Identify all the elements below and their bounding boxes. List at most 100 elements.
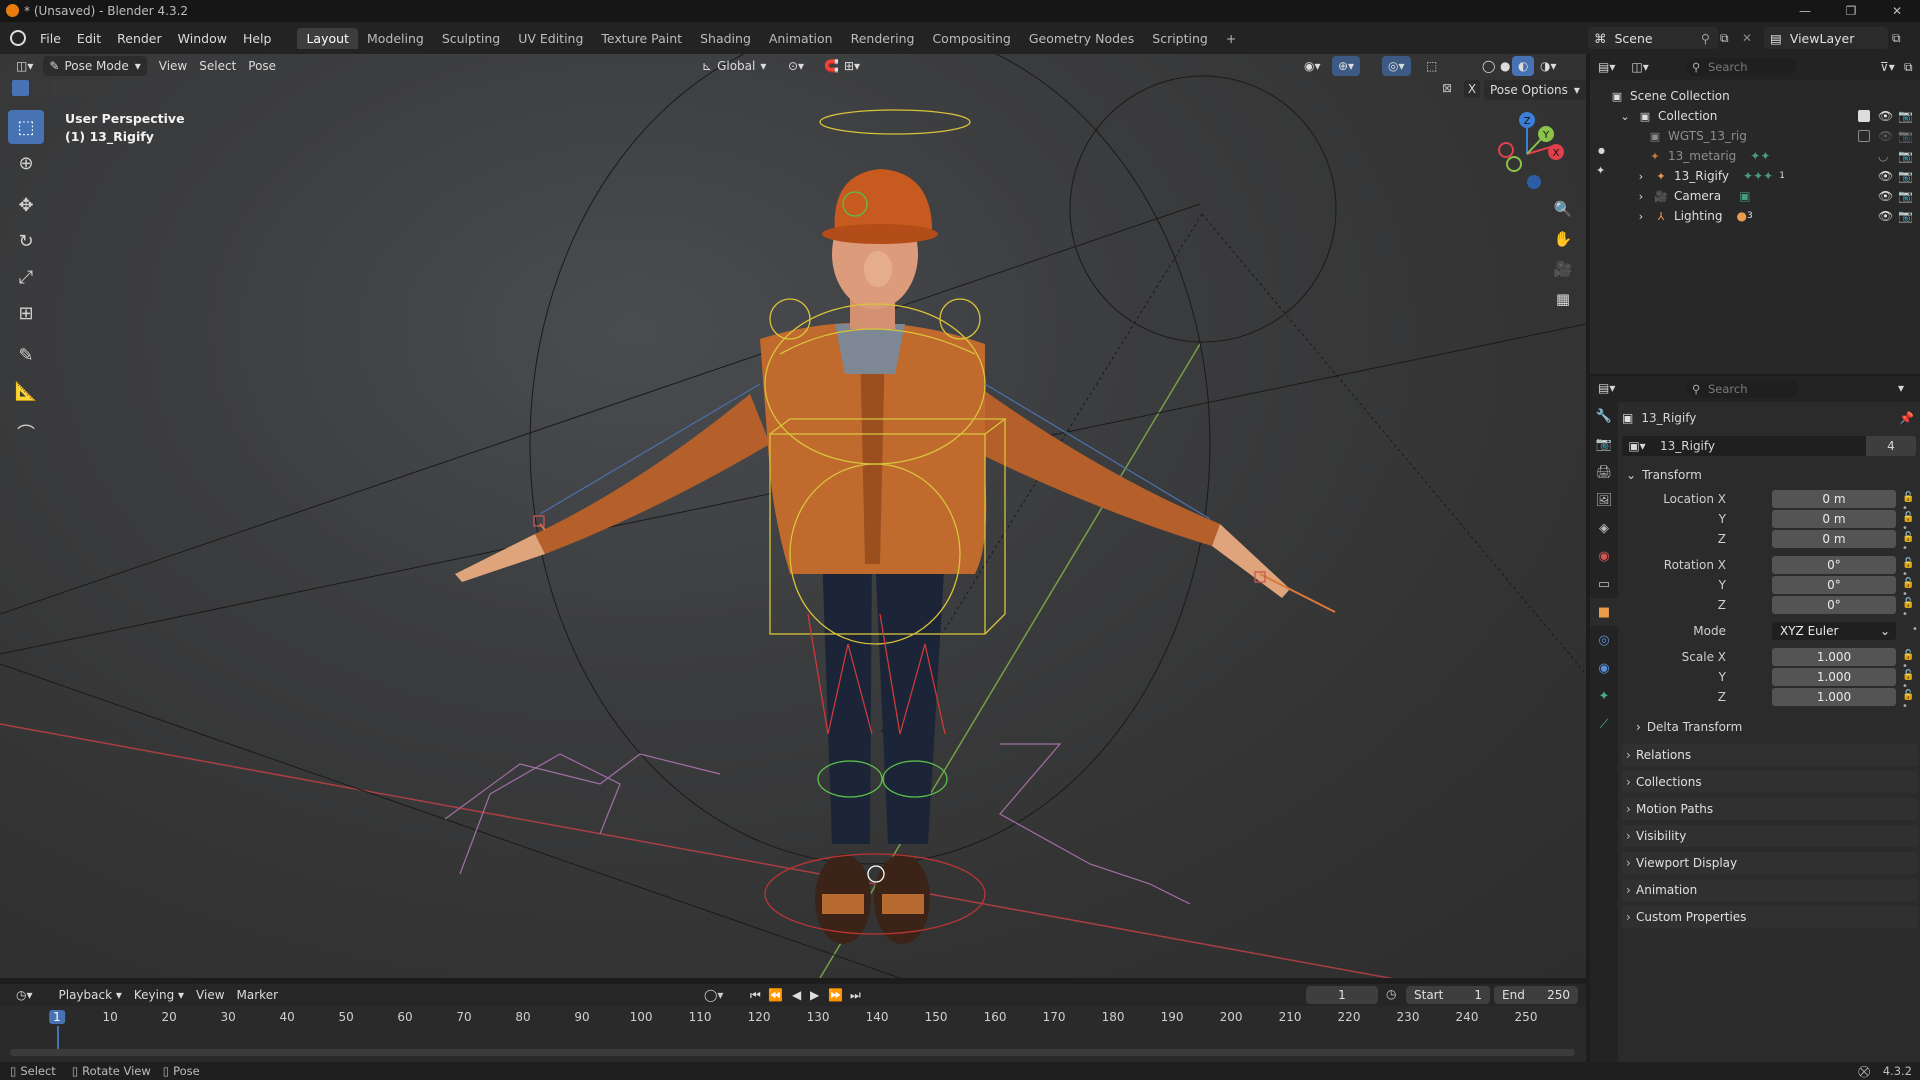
lock-icon[interactable]: 🔓• xyxy=(1902,492,1918,514)
scene-tab-icon[interactable]: ◈ xyxy=(1590,514,1618,542)
3d-viewport[interactable] xyxy=(0,54,1586,978)
camera-view-icon[interactable]: 🎥 xyxy=(1550,256,1576,282)
menu-edit[interactable]: Edit xyxy=(69,31,109,46)
pose-options-dropdown[interactable]: Pose Options ▾ xyxy=(1484,80,1586,100)
scale-y-field[interactable]: 1.000 xyxy=(1772,668,1896,686)
orientation-selector[interactable]: ⊾ Global ▾ xyxy=(696,56,772,76)
menu-playback[interactable]: Playback ▾ xyxy=(53,985,128,1005)
select-box-icon[interactable]: ⬚ xyxy=(8,110,44,144)
chevron-right-icon[interactable]: › xyxy=(1634,169,1648,183)
measure-icon[interactable]: 📐 xyxy=(8,374,44,408)
jump-end-icon[interactable]: ⏭ xyxy=(850,988,861,1003)
chevron-down-icon[interactable]: ⌄ xyxy=(1618,109,1632,123)
minimize-icon[interactable]: — xyxy=(1782,0,1828,22)
outliner-editor-icon[interactable]: ▤▾ xyxy=(1598,60,1615,74)
mode-selector[interactable]: ✎ Pose Mode ▾ xyxy=(43,56,147,76)
select-intersect-icon[interactable] xyxy=(88,80,105,96)
new-collection-icon[interactable]: ⧉ xyxy=(1904,60,1913,75)
tab-rendering[interactable]: Rendering xyxy=(842,28,924,49)
filter-icon[interactable]: ⊽▾ xyxy=(1880,60,1895,74)
outliner-row-metarig[interactable]: ✦ 13_metarig ✦✦ ◡ 📷 xyxy=(1590,146,1920,166)
play-reverse-icon[interactable]: ◀ xyxy=(792,988,801,1002)
menu-pose[interactable]: Pose xyxy=(242,56,282,76)
shortcut-filter-icon[interactable]: ⊠ xyxy=(1442,81,1452,95)
collection-tab-icon[interactable]: ▭ xyxy=(1590,570,1618,598)
menu-marker[interactable]: Marker xyxy=(231,985,284,1005)
menu-timeline-view[interactable]: View xyxy=(190,985,230,1005)
datablock-name-field[interactable]: 13_Rigify xyxy=(1652,436,1866,456)
modifier-tab-icon[interactable]: ◎ xyxy=(1590,626,1618,654)
tab-scripting[interactable]: Scripting xyxy=(1143,28,1217,49)
maximize-icon[interactable]: ❐ xyxy=(1828,0,1874,22)
rotation-mode-dropdown[interactable]: XYZ Euler ⌄ xyxy=(1772,622,1896,640)
lock-icon[interactable]: 🔓• xyxy=(1902,690,1918,712)
close-overlay-button[interactable]: X xyxy=(1464,80,1480,98)
location-x-field[interactable]: 0 m xyxy=(1772,490,1896,508)
add-workspace-icon[interactable]: + xyxy=(1217,28,1245,49)
view-layer-tab-icon[interactable]: 🖼 xyxy=(1590,486,1618,514)
cursor-icon[interactable]: ⊕ xyxy=(8,146,44,180)
rotation-z-field[interactable]: 0° xyxy=(1772,596,1896,614)
eye-icon[interactable]: 👁 xyxy=(1878,189,1893,203)
physics-tab-icon[interactable]: ◉ xyxy=(1590,654,1618,682)
datablock-row[interactable]: ▣▾ 13_Rigify 4 xyxy=(1622,436,1918,456)
scene-selector[interactable]: ⌘ Scene ⚲ xyxy=(1588,27,1718,49)
menu-keying[interactable]: Keying ▾ xyxy=(128,985,190,1005)
lock-icon[interactable]: 🔓• xyxy=(1902,558,1918,580)
navigation-gizmo[interactable]: Z X Y xyxy=(1482,106,1572,196)
transform-icon[interactable]: ⊞ xyxy=(8,296,44,330)
lock-icon[interactable]: 🔓• xyxy=(1902,532,1918,554)
eye-icon[interactable]: 👁 xyxy=(1878,109,1893,123)
scale-icon[interactable]: ⤢ xyxy=(8,260,44,294)
gizmo-neg-z[interactable] xyxy=(1527,175,1541,189)
lock-icon[interactable]: 🔓• xyxy=(1902,670,1918,692)
animation-panel[interactable]: Animation xyxy=(1622,879,1918,901)
tab-animation[interactable]: Animation xyxy=(760,28,842,49)
lock-icon[interactable]: 🔓• xyxy=(1902,650,1918,672)
world-tab-icon[interactable]: ◉ xyxy=(1590,542,1618,570)
select-subtract-icon[interactable] xyxy=(50,80,67,96)
tab-geometry-nodes[interactable]: Geometry Nodes xyxy=(1020,28,1143,49)
annotate-icon[interactable]: ✎ xyxy=(8,338,44,372)
eye-icon[interactable]: 👁 xyxy=(1878,209,1893,223)
bone-tab-icon[interactable]: ⟋ xyxy=(1590,710,1618,738)
gizmo-icon[interactable]: ⊕▾ xyxy=(1332,56,1361,76)
play-icon[interactable]: ▶ xyxy=(810,988,819,1002)
scale-x-field[interactable]: 1.000 xyxy=(1772,648,1896,666)
camera-render-icon[interactable]: 📷 xyxy=(1898,209,1913,223)
menu-view[interactable]: View xyxy=(153,56,193,76)
scale-z-field[interactable]: 1.000 xyxy=(1772,688,1896,706)
lock-icon[interactable]: 🔓• xyxy=(1902,578,1918,600)
location-z-field[interactable]: 0 m xyxy=(1772,530,1896,548)
pivot-icon[interactable]: ⊙▾ xyxy=(782,56,810,76)
tab-texture-paint[interactable]: Texture Paint xyxy=(592,28,691,49)
next-keyframe-icon[interactable]: ⏩ xyxy=(828,988,843,1002)
select-new-icon[interactable] xyxy=(12,80,29,96)
editor-type-icon[interactable]: ◫▾ xyxy=(10,56,39,76)
display-mode-icon[interactable]: ◫▾ xyxy=(1631,60,1648,74)
motion-paths-panel[interactable]: Motion Paths xyxy=(1622,798,1918,820)
chevron-down-icon[interactable]: ▾ xyxy=(1898,381,1904,395)
menu-window[interactable]: Window xyxy=(170,31,235,46)
outliner-row-scene-collection[interactable]: ▣ Scene Collection xyxy=(1590,86,1920,106)
outliner-search[interactable]: ⚲ Search xyxy=(1686,58,1796,76)
autokey-icon[interactable]: ◯▾ xyxy=(704,988,723,1002)
chevron-right-icon[interactable]: › xyxy=(1634,189,1648,203)
tab-shading[interactable]: Shading xyxy=(691,28,760,49)
camera-render-icon[interactable]: 📷 xyxy=(1898,189,1913,203)
timeline-scrollbar[interactable] xyxy=(10,1049,1575,1056)
menu-select[interactable]: Select xyxy=(193,56,242,76)
gizmo-neg-x[interactable] xyxy=(1498,142,1514,158)
end-frame-field[interactable]: End 250 xyxy=(1494,986,1578,1004)
tab-layout[interactable]: Layout xyxy=(297,27,358,49)
rotation-y-field[interactable]: 0° xyxy=(1772,576,1896,594)
lock-icon[interactable]: 🔓• xyxy=(1902,598,1918,620)
outliner-row-camera[interactable]: › 🎥 Camera ▣ 👁 📷 xyxy=(1590,186,1920,206)
visibility-icon[interactable]: ◉▾ xyxy=(1298,56,1327,76)
custom-properties-panel[interactable]: Custom Properties xyxy=(1622,906,1918,928)
tab-compositing[interactable]: Compositing xyxy=(923,28,1019,49)
rendered-shading-icon[interactable]: ◑▾ xyxy=(1534,56,1563,76)
object-tab-icon[interactable]: ■ xyxy=(1590,598,1618,626)
delta-transform-panel[interactable]: › Delta Transform xyxy=(1636,716,1918,738)
location-y-field[interactable]: 0 m xyxy=(1772,510,1896,528)
